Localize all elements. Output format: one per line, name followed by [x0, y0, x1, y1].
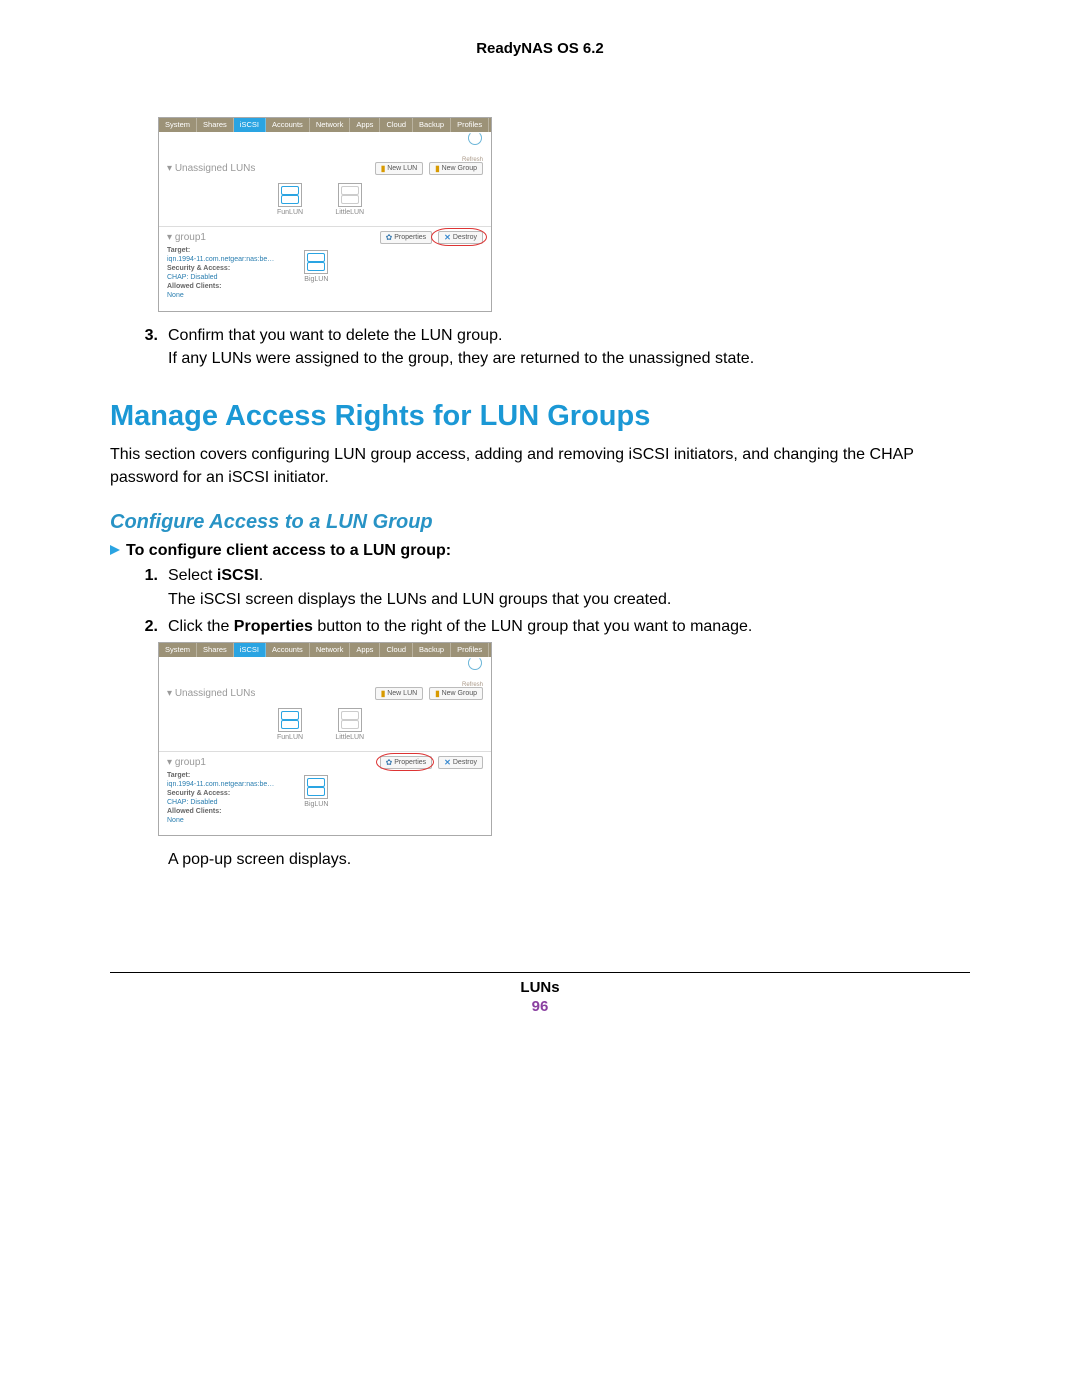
- step-text: Click the Properties button to the right…: [168, 615, 752, 638]
- lun-icon: [304, 250, 328, 274]
- tab-shares[interactable]: Shares: [197, 118, 234, 132]
- list-item: 2. Click the Properties button to the ri…: [140, 615, 970, 638]
- properties-button[interactable]: ✿Properties: [380, 231, 433, 244]
- lun-icon: [304, 775, 328, 799]
- lun-icon: [278, 708, 302, 732]
- destroy-button[interactable]: ✕Destroy: [438, 756, 483, 769]
- tab-accounts[interactable]: Accounts: [266, 118, 310, 132]
- lun-item[interactable]: FunLUN: [277, 708, 303, 741]
- step-number: 1.: [140, 564, 158, 610]
- step-text: Confirm that you want to delete the LUN …: [168, 324, 754, 347]
- tab-backup[interactable]: Backup: [413, 118, 451, 132]
- lun-label: FunLUN: [277, 734, 303, 741]
- plus-icon: ▮: [435, 689, 439, 698]
- new-lun-button[interactable]: ▮New LUN: [375, 162, 423, 175]
- step-text: If any LUNs were assigned to the group, …: [168, 347, 754, 370]
- tab-apps[interactable]: Apps: [350, 643, 380, 657]
- lun-icon: [278, 183, 302, 207]
- tab-network[interactable]: Network: [310, 643, 351, 657]
- lun-item[interactable]: BigLUN: [304, 775, 328, 808]
- tab-network[interactable]: Network: [310, 118, 351, 132]
- screenshot-tabs: System Shares iSCSI Accounts Network App…: [159, 118, 491, 132]
- lun-label: LittleLUN: [335, 209, 364, 216]
- footer-page-number: 96: [110, 998, 970, 1015]
- step-number: 3.: [140, 324, 158, 370]
- lun-item[interactable]: FunLUN: [277, 183, 303, 216]
- lun-label: LittleLUN: [335, 734, 364, 741]
- plus-icon: ▮: [381, 689, 385, 698]
- group-info: Target: iqn.1994-11.com.netgear:nas:be… …: [167, 246, 274, 301]
- step-text: Select iSCSI.: [168, 564, 671, 587]
- lun-item[interactable]: BigLUN: [304, 250, 328, 283]
- list-item: 3. Confirm that you want to delete the L…: [140, 324, 970, 370]
- page-header-title: ReadyNAS OS 6.2: [110, 40, 970, 57]
- group-info: Target: iqn.1994-11.com.netgear:nas:be… …: [167, 771, 274, 826]
- x-icon: ✕: [444, 233, 451, 242]
- gear-icon: ✿: [386, 233, 393, 242]
- lun-icon: [338, 183, 362, 207]
- step-text: A pop-up screen displays.: [168, 848, 970, 871]
- plus-icon: ▮: [435, 164, 439, 173]
- refresh-icon[interactable]: [468, 656, 482, 670]
- tab-system[interactable]: System: [159, 118, 197, 132]
- screenshot-properties: System Shares iSCSI Accounts Network App…: [158, 642, 492, 837]
- screenshot-tabs: System Shares iSCSI Accounts Network App…: [159, 643, 491, 657]
- heading-h2: Manage Access Rights for LUN Groups: [110, 400, 970, 433]
- plus-icon: ▮: [381, 164, 385, 173]
- tab-backup[interactable]: Backup: [413, 643, 451, 657]
- footer-label: LUNs: [110, 979, 970, 996]
- lun-item[interactable]: LittleLUN: [335, 183, 364, 216]
- tab-cloud[interactable]: Cloud: [380, 643, 413, 657]
- lun-label: BigLUN: [304, 801, 328, 808]
- tab-cloud[interactable]: Cloud: [380, 118, 413, 132]
- list-item: 1. Select iSCSI. The iSCSI screen displa…: [140, 564, 970, 610]
- x-icon: ✕: [444, 758, 451, 767]
- tab-profiles[interactable]: Profiles: [451, 643, 489, 657]
- tab-iscsi[interactable]: iSCSI: [234, 118, 266, 132]
- group-name: ▾ group1: [167, 757, 206, 768]
- tab-shares[interactable]: Shares: [197, 643, 234, 657]
- triangle-icon: [110, 545, 120, 555]
- new-group-button[interactable]: ▮New Group: [429, 162, 483, 175]
- unassigned-luns-label: ▾ Unassigned LUNs: [167, 688, 255, 699]
- group-name: ▾ group1: [167, 232, 206, 243]
- procedure-title: To configure client access to a LUN grou…: [110, 542, 970, 560]
- gear-icon: ✿: [386, 758, 393, 767]
- lun-label: BigLUN: [304, 276, 328, 283]
- properties-button[interactable]: ✿Properties: [380, 756, 433, 769]
- lun-icon: [338, 708, 362, 732]
- step-text: The iSCSI screen displays the LUNs and L…: [168, 588, 671, 611]
- tab-iscsi[interactable]: iSCSI: [234, 643, 266, 657]
- paragraph: This section covers configuring LUN grou…: [110, 443, 970, 489]
- destroy-button[interactable]: ✕Destroy: [438, 231, 483, 244]
- lun-item[interactable]: LittleLUN: [335, 708, 364, 741]
- step-number: 2.: [140, 615, 158, 638]
- refresh-icon[interactable]: [468, 131, 482, 145]
- lun-label: FunLUN: [277, 209, 303, 216]
- unassigned-luns-label: ▾ Unassigned LUNs: [167, 163, 255, 174]
- tab-system[interactable]: System: [159, 643, 197, 657]
- heading-h3: Configure Access to a LUN Group: [110, 511, 970, 534]
- new-lun-button[interactable]: ▮New LUN: [375, 687, 423, 700]
- tab-profiles[interactable]: Profiles: [451, 118, 489, 132]
- screenshot-destroy: System Shares iSCSI Accounts Network App…: [158, 117, 492, 312]
- new-group-button[interactable]: ▮New Group: [429, 687, 483, 700]
- tab-accounts[interactable]: Accounts: [266, 643, 310, 657]
- footer-rule: [110, 972, 970, 973]
- tab-apps[interactable]: Apps: [350, 118, 380, 132]
